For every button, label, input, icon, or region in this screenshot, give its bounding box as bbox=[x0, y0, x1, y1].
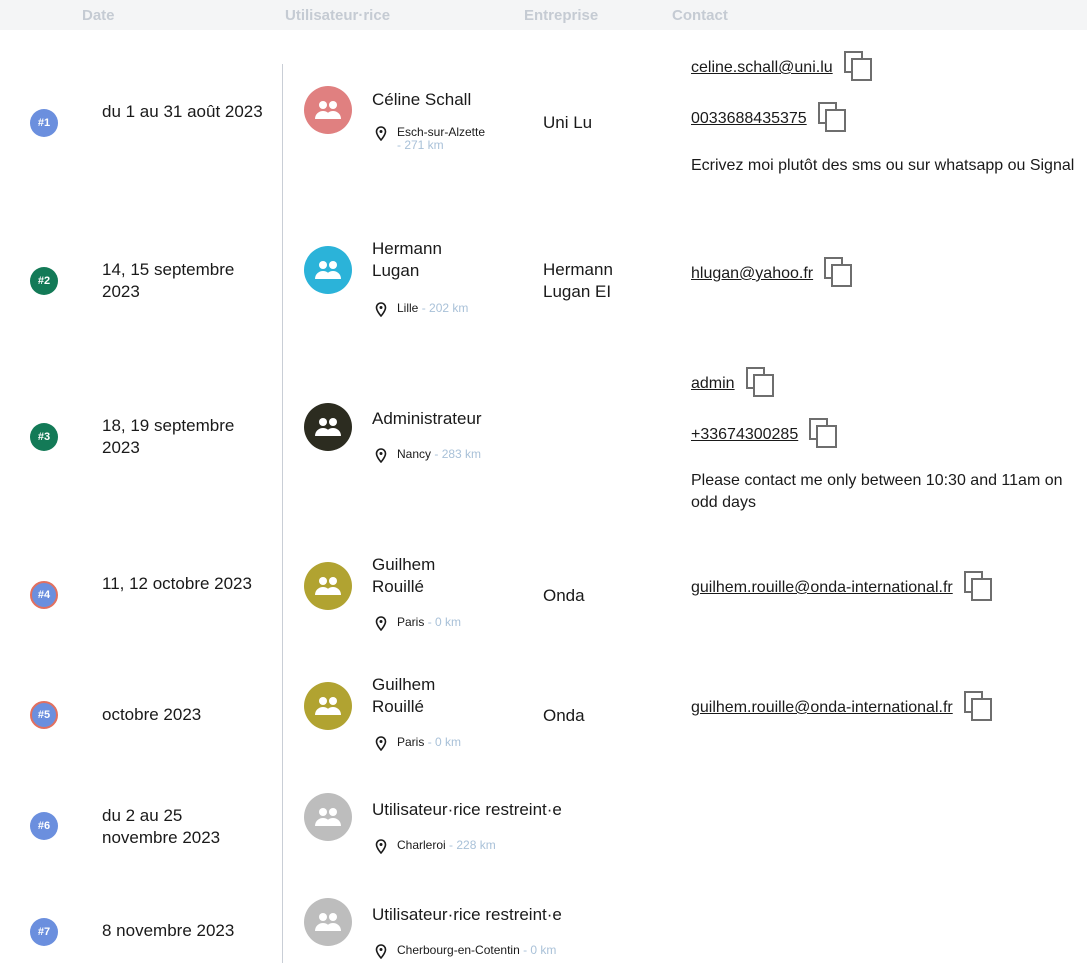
user-location: Nancy - 283 km bbox=[375, 448, 481, 463]
avatar[interactable] bbox=[304, 682, 352, 730]
column-header-date: Date bbox=[82, 7, 115, 24]
user-location: Esch-sur-Alzette - 271 km bbox=[375, 126, 517, 152]
column-header-contact: Contact bbox=[672, 7, 728, 24]
copy-icon[interactable] bbox=[963, 570, 993, 602]
email-link[interactable]: guilhem.rouille@onda-international.fr bbox=[691, 698, 953, 718]
column-header-company: Entreprise bbox=[524, 7, 599, 24]
location-distance: - 0 km bbox=[427, 735, 462, 749]
map-pin-icon bbox=[375, 736, 387, 751]
user-location: Lille - 202 km bbox=[375, 302, 468, 317]
user-name[interactable]: Guilhem Rouillé bbox=[372, 554, 472, 598]
company-name: Onda bbox=[543, 586, 585, 605]
location-city: Esch-sur-Alzette bbox=[397, 125, 486, 139]
phone-link[interactable]: 0033688435375 bbox=[691, 109, 807, 129]
booking-badge: #3 bbox=[30, 423, 58, 451]
location-city: Paris bbox=[397, 615, 425, 629]
timeline-divider bbox=[282, 64, 283, 963]
avatar[interactable] bbox=[304, 403, 352, 451]
booking-badge: #6 bbox=[30, 812, 58, 840]
booking-badge: #4 bbox=[30, 581, 58, 609]
user-name[interactable]: Utilisateur·rice restreint·e bbox=[372, 904, 612, 926]
users-icon bbox=[315, 101, 341, 119]
booking-date: 14, 15 septembre 2023 bbox=[102, 260, 235, 301]
copy-icon[interactable] bbox=[843, 50, 873, 82]
user-location: Paris - 0 km bbox=[375, 616, 461, 631]
booking-date: 8 novembre 2023 bbox=[102, 921, 235, 940]
user-name[interactable]: Céline Schall bbox=[372, 89, 542, 111]
column-header-user: Utilisateur·rice bbox=[285, 7, 391, 24]
booking-badge: #5 bbox=[30, 701, 58, 729]
location-city: Nancy bbox=[397, 447, 432, 461]
users-icon bbox=[315, 913, 341, 931]
users-icon bbox=[315, 577, 341, 595]
copy-icon[interactable] bbox=[745, 366, 775, 398]
location-city: Charleroi bbox=[397, 838, 446, 852]
user-name[interactable]: Guilhem Rouillé bbox=[372, 674, 472, 718]
booking-date: 11, 12 octobre 2023 bbox=[102, 574, 252, 593]
contact-phone: +33674300285 bbox=[691, 418, 838, 449]
company-name: Uni Lu bbox=[543, 113, 593, 132]
users-icon bbox=[315, 808, 341, 826]
avatar[interactable] bbox=[304, 562, 352, 610]
booking-date: 18, 19 septembre 2023 bbox=[102, 416, 235, 457]
user-location: Cherbourg-en-Cotentin - 0 km bbox=[375, 944, 556, 959]
users-icon bbox=[315, 418, 341, 436]
map-pin-icon bbox=[375, 126, 387, 141]
booking-badge: #7 bbox=[30, 918, 58, 946]
phone-link[interactable]: +33674300285 bbox=[691, 425, 798, 445]
contact-note: Ecrivez moi plutôt des sms ou sur whatsa… bbox=[691, 157, 1075, 174]
booking-date: du 1 au 31 août 2023 bbox=[102, 102, 263, 121]
email-link[interactable]: celine.schall@uni.lu bbox=[691, 58, 833, 78]
user-location: Paris - 0 km bbox=[375, 736, 461, 751]
map-pin-icon bbox=[375, 839, 387, 854]
location-distance: - 202 km bbox=[421, 301, 469, 315]
location-distance: - 283 km bbox=[434, 447, 482, 461]
contact-phone: 0033688435375 bbox=[691, 102, 847, 133]
user-name[interactable]: Administrateur bbox=[372, 408, 542, 430]
map-pin-icon bbox=[375, 616, 387, 631]
email-link[interactable]: guilhem.rouille@onda-international.fr bbox=[691, 578, 953, 598]
copy-icon[interactable] bbox=[963, 690, 993, 722]
map-pin-icon bbox=[375, 944, 387, 959]
booking-badge: #2 bbox=[30, 267, 58, 295]
avatar[interactable] bbox=[304, 246, 352, 294]
location-distance: - 271 km bbox=[397, 138, 444, 152]
company-name: Onda bbox=[543, 706, 585, 725]
location-city: Cherbourg-en-Cotentin bbox=[397, 943, 520, 957]
email-link[interactable]: hlugan@yahoo.fr bbox=[691, 264, 813, 284]
location-city: Lille bbox=[397, 301, 419, 315]
map-pin-icon bbox=[375, 448, 387, 463]
table-header: Date Utilisateur·rice Entreprise Contact bbox=[0, 0, 1087, 30]
booking-date: du 2 au 25 novembre 2023 bbox=[102, 806, 221, 847]
copy-icon[interactable] bbox=[823, 256, 853, 288]
user-location: Charleroi - 228 km bbox=[375, 839, 496, 854]
booking-date: octobre 2023 bbox=[102, 705, 202, 724]
contact-note: Please contact me only between 10:30 and… bbox=[691, 472, 1063, 511]
map-pin-icon bbox=[375, 302, 387, 317]
contact-email: guilhem.rouille@onda-international.fr bbox=[691, 571, 993, 602]
location-distance: - 228 km bbox=[449, 838, 496, 852]
location-distance: - 0 km bbox=[427, 615, 462, 629]
contact-email: guilhem.rouille@onda-international.fr bbox=[691, 691, 993, 722]
contact-email: hlugan@yahoo.fr bbox=[691, 257, 853, 288]
user-name[interactable]: Utilisateur·rice restreint·e bbox=[372, 799, 612, 821]
user-name[interactable]: Hermann Lugan bbox=[372, 238, 472, 282]
avatar[interactable] bbox=[304, 86, 352, 134]
avatar[interactable] bbox=[304, 898, 352, 946]
location-distance: - 0 km bbox=[523, 943, 557, 957]
contact-email: celine.schall@uni.lu bbox=[691, 51, 873, 82]
company-name: Hermann Lugan EI bbox=[543, 260, 613, 301]
contact-email: admin bbox=[691, 367, 775, 398]
copy-icon[interactable] bbox=[808, 417, 838, 449]
users-icon bbox=[315, 697, 341, 715]
email-link[interactable]: admin bbox=[691, 374, 735, 394]
users-icon bbox=[315, 261, 341, 279]
booking-badge: #1 bbox=[30, 109, 58, 137]
location-city: Paris bbox=[397, 735, 425, 749]
avatar[interactable] bbox=[304, 793, 352, 841]
copy-icon[interactable] bbox=[817, 101, 847, 133]
